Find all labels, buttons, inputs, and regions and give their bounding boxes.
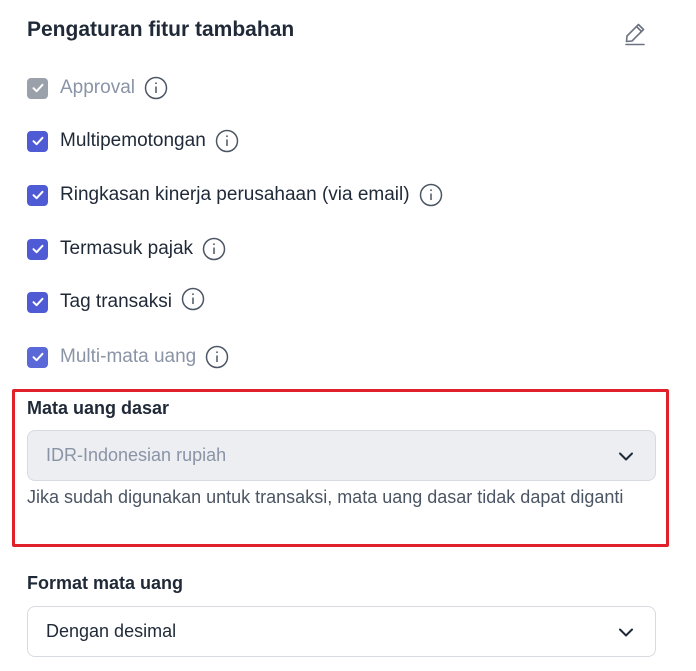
- currency-format-label: Format mata uang: [27, 573, 184, 593]
- option-tag[interactable]: Tag transaksi: [27, 287, 205, 314]
- currency-format-value: Dengan desimal: [46, 621, 177, 641]
- currency-format-select[interactable]: Dengan desimal: [27, 606, 656, 657]
- ringkasan-checkbox[interactable]: [27, 184, 48, 206]
- option-label: Multi-mata uang: [60, 346, 197, 367]
- info-icon[interactable]: [205, 345, 229, 369]
- pencil-icon[interactable]: [622, 20, 648, 46]
- pajak-checkbox[interactable]: [27, 238, 48, 260]
- option-label: Ringkasan kinerja perusahaan (via email): [60, 184, 410, 205]
- info-icon[interactable]: [181, 287, 205, 311]
- base-currency-helper: Jika sudah digunakan untuk transaksi, ma…: [27, 487, 624, 507]
- info-icon[interactable]: [202, 237, 226, 261]
- option-approval[interactable]: Approval: [27, 76, 168, 100]
- option-label: Approval: [60, 77, 135, 98]
- info-icon[interactable]: [144, 76, 168, 100]
- header-title: Pengaturan fitur tambahan: [27, 18, 295, 41]
- base-currency-label: Mata uang dasar: [27, 398, 170, 418]
- base-currency-value: IDR-Indonesian rupiah: [46, 445, 227, 465]
- option-ringkasan[interactable]: Ringkasan kinerja perusahaan (via email): [27, 183, 443, 207]
- option-pajak[interactable]: Termasuk pajak: [27, 237, 226, 261]
- multipemotongan-checkbox[interactable]: [27, 130, 48, 152]
- chevron-down-icon: [615, 621, 637, 643]
- option-multi-mata-uang[interactable]: Multi-mata uang: [27, 345, 229, 369]
- option-multipemotongan[interactable]: Multipemotongan: [27, 129, 239, 153]
- info-icon[interactable]: [215, 129, 239, 153]
- info-icon[interactable]: [419, 183, 443, 207]
- approval-checkbox[interactable]: [27, 77, 48, 99]
- tag-checkbox[interactable]: [27, 291, 48, 313]
- base-currency-select: IDR-Indonesian rupiah: [27, 430, 656, 481]
- option-label: Termasuk pajak: [60, 238, 194, 259]
- chevron-down-icon: [615, 445, 637, 467]
- option-label: Tag transaksi: [60, 291, 172, 312]
- multi-mata-uang-checkbox[interactable]: [27, 346, 48, 368]
- option-label: Multipemotongan: [60, 130, 206, 151]
